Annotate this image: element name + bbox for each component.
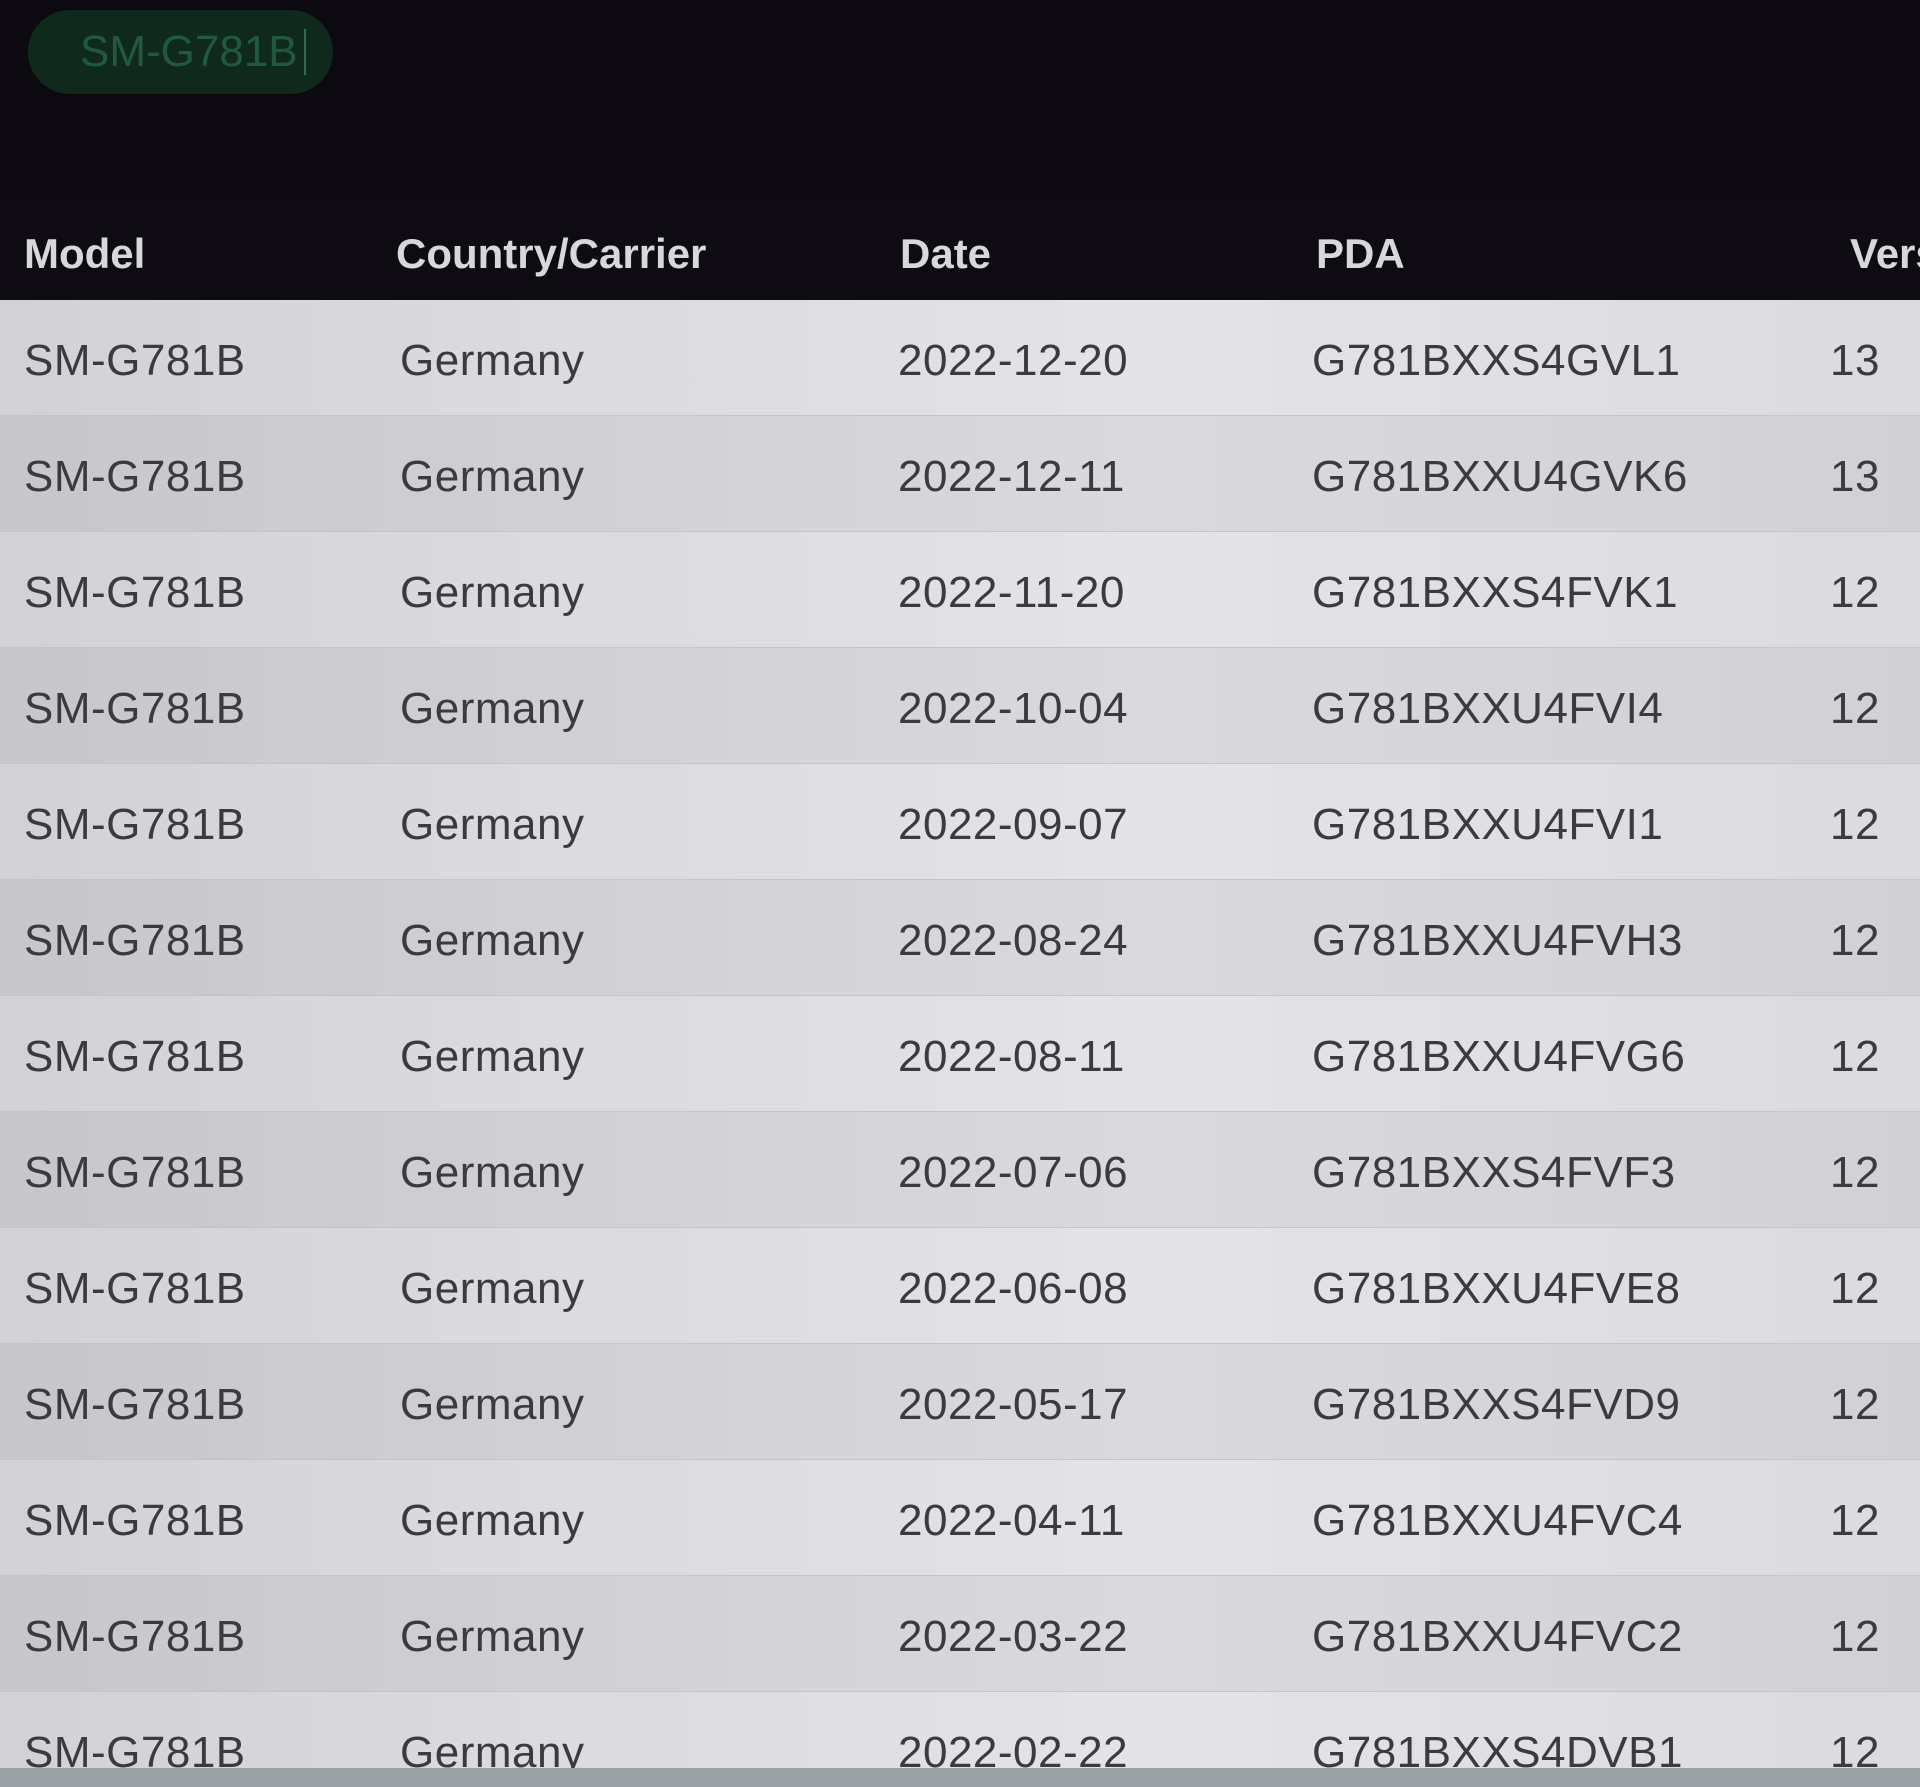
cell-model: SM-G781B [24, 1264, 246, 1313]
firmware-table: SM-G781B Germany 2022-12-20 G781BXXS4GVL… [0, 300, 1920, 1780]
table-row[interactable]: SM-G781B Germany 2022-08-11 G781BXXU4FVG… [0, 996, 1920, 1112]
cell-country: Germany [400, 800, 585, 849]
cell-version: 12 [1830, 916, 1880, 965]
cell-model: SM-G781B [24, 1380, 246, 1429]
cell-model: SM-G781B [24, 1612, 246, 1661]
cell-country: Germany [400, 452, 585, 501]
column-header-date[interactable]: Date [900, 230, 991, 278]
table-row[interactable]: SM-G781B Germany 2022-10-04 G781BXXU4FVI… [0, 648, 1920, 764]
cell-country: Germany [400, 336, 585, 385]
cell-country: Germany [400, 1148, 585, 1197]
cell-pda: G781BXXU4FVC2 [1312, 1612, 1683, 1661]
cell-model: SM-G781B [24, 568, 246, 617]
cell-date: 2022-07-06 [898, 1148, 1129, 1197]
table-header: Model Country/Carrier Date PDA Vers [0, 200, 1920, 300]
table-row[interactable]: SM-G781B Germany 2022-02-22 G781BXXS4DVB… [0, 1692, 1920, 1780]
cell-pda: G781BXXU4FVG6 [1312, 1032, 1686, 1081]
cell-pda: G781BXXU4FVE8 [1312, 1264, 1681, 1313]
cell-pda: G781BXXU4GVK6 [1312, 452, 1688, 501]
cell-date: 2022-12-11 [898, 452, 1125, 501]
column-header-model[interactable]: Model [24, 230, 145, 278]
cell-pda: G781BXXS4FVD9 [1312, 1380, 1681, 1429]
cell-date: 2022-06-08 [898, 1264, 1129, 1313]
cell-pda: G781BXXU4FVH3 [1312, 916, 1683, 965]
cell-model: SM-G781B [24, 1496, 246, 1545]
column-header-pda[interactable]: PDA [1316, 230, 1405, 278]
table-row[interactable]: SM-G781B Germany 2022-12-11 G781BXXU4GVK… [0, 416, 1920, 532]
table-row[interactable]: SM-G781B Germany 2022-08-24 G781BXXU4FVH… [0, 880, 1920, 996]
cell-date: 2022-05-17 [898, 1380, 1129, 1429]
cell-version: 12 [1830, 1264, 1880, 1313]
cell-pda: G781BXXS4FVK1 [1312, 568, 1679, 617]
cell-pda: G781BXXU4FVI1 [1312, 800, 1664, 849]
table-row[interactable]: SM-G781B Germany 2022-12-20 G781BXXS4GVL… [0, 300, 1920, 416]
cell-date: 2022-04-11 [898, 1496, 1125, 1545]
cell-date: 2022-10-04 [898, 684, 1129, 733]
cell-date: 2022-09-07 [898, 800, 1129, 849]
cell-date: 2022-08-24 [898, 916, 1129, 965]
cell-version: 13 [1830, 452, 1880, 501]
cell-pda: G781BXXS4GVL1 [1312, 336, 1681, 385]
cell-model: SM-G781B [24, 1032, 246, 1081]
cell-version: 12 [1830, 800, 1880, 849]
cell-country: Germany [400, 1612, 585, 1661]
bottom-edge [0, 1768, 1920, 1787]
search-field[interactable] [28, 10, 333, 94]
cell-date: 2022-12-20 [898, 336, 1129, 385]
table-row[interactable]: SM-G781B Germany 2022-07-06 G781BXXS4FVF… [0, 1112, 1920, 1228]
cell-pda: G781BXXS4FVF3 [1312, 1148, 1676, 1197]
cell-version: 12 [1830, 1148, 1880, 1197]
cell-country: Germany [400, 1264, 585, 1313]
top-bar [0, 0, 1920, 200]
cell-version: 12 [1830, 1496, 1880, 1545]
cell-version: 12 [1830, 684, 1880, 733]
cell-country: Germany [400, 1496, 585, 1545]
search-input[interactable] [80, 27, 310, 77]
table-row[interactable]: SM-G781B Germany 2022-09-07 G781BXXU4FVI… [0, 764, 1920, 880]
table-row[interactable]: SM-G781B Germany 2022-04-11 G781BXXU4FVC… [0, 1460, 1920, 1576]
cell-model: SM-G781B [24, 1148, 246, 1197]
table-row[interactable]: SM-G781B Germany 2022-06-08 G781BXXU4FVE… [0, 1228, 1920, 1344]
table-row[interactable]: SM-G781B Germany 2022-03-22 G781BXXU4FVC… [0, 1576, 1920, 1692]
cell-country: Germany [400, 684, 585, 733]
cell-model: SM-G781B [24, 800, 246, 849]
cell-country: Germany [400, 1380, 585, 1429]
column-header-version[interactable]: Vers [1850, 230, 1920, 278]
cell-country: Germany [400, 568, 585, 617]
column-header-country[interactable]: Country/Carrier [396, 230, 706, 278]
cell-version: 13 [1830, 336, 1880, 385]
cell-version: 12 [1830, 568, 1880, 617]
cell-version: 12 [1830, 1032, 1880, 1081]
cell-date: 2022-03-22 [898, 1612, 1129, 1661]
cell-date: 2022-11-20 [898, 568, 1125, 617]
cell-version: 12 [1830, 1380, 1880, 1429]
cell-pda: G781BXXU4FVC4 [1312, 1496, 1683, 1545]
table-row[interactable]: SM-G781B Germany 2022-11-20 G781BXXS4FVK… [0, 532, 1920, 648]
cell-version: 12 [1830, 1612, 1880, 1661]
text-caret [304, 29, 306, 75]
cell-model: SM-G781B [24, 916, 246, 965]
cell-date: 2022-08-11 [898, 1032, 1125, 1081]
cell-model: SM-G781B [24, 452, 246, 501]
cell-country: Germany [400, 916, 585, 965]
table-row[interactable]: SM-G781B Germany 2022-05-17 G781BXXS4FVD… [0, 1344, 1920, 1460]
cell-country: Germany [400, 1032, 585, 1081]
cell-model: SM-G781B [24, 684, 246, 733]
cell-model: SM-G781B [24, 336, 246, 385]
cell-pda: G781BXXU4FVI4 [1312, 684, 1664, 733]
